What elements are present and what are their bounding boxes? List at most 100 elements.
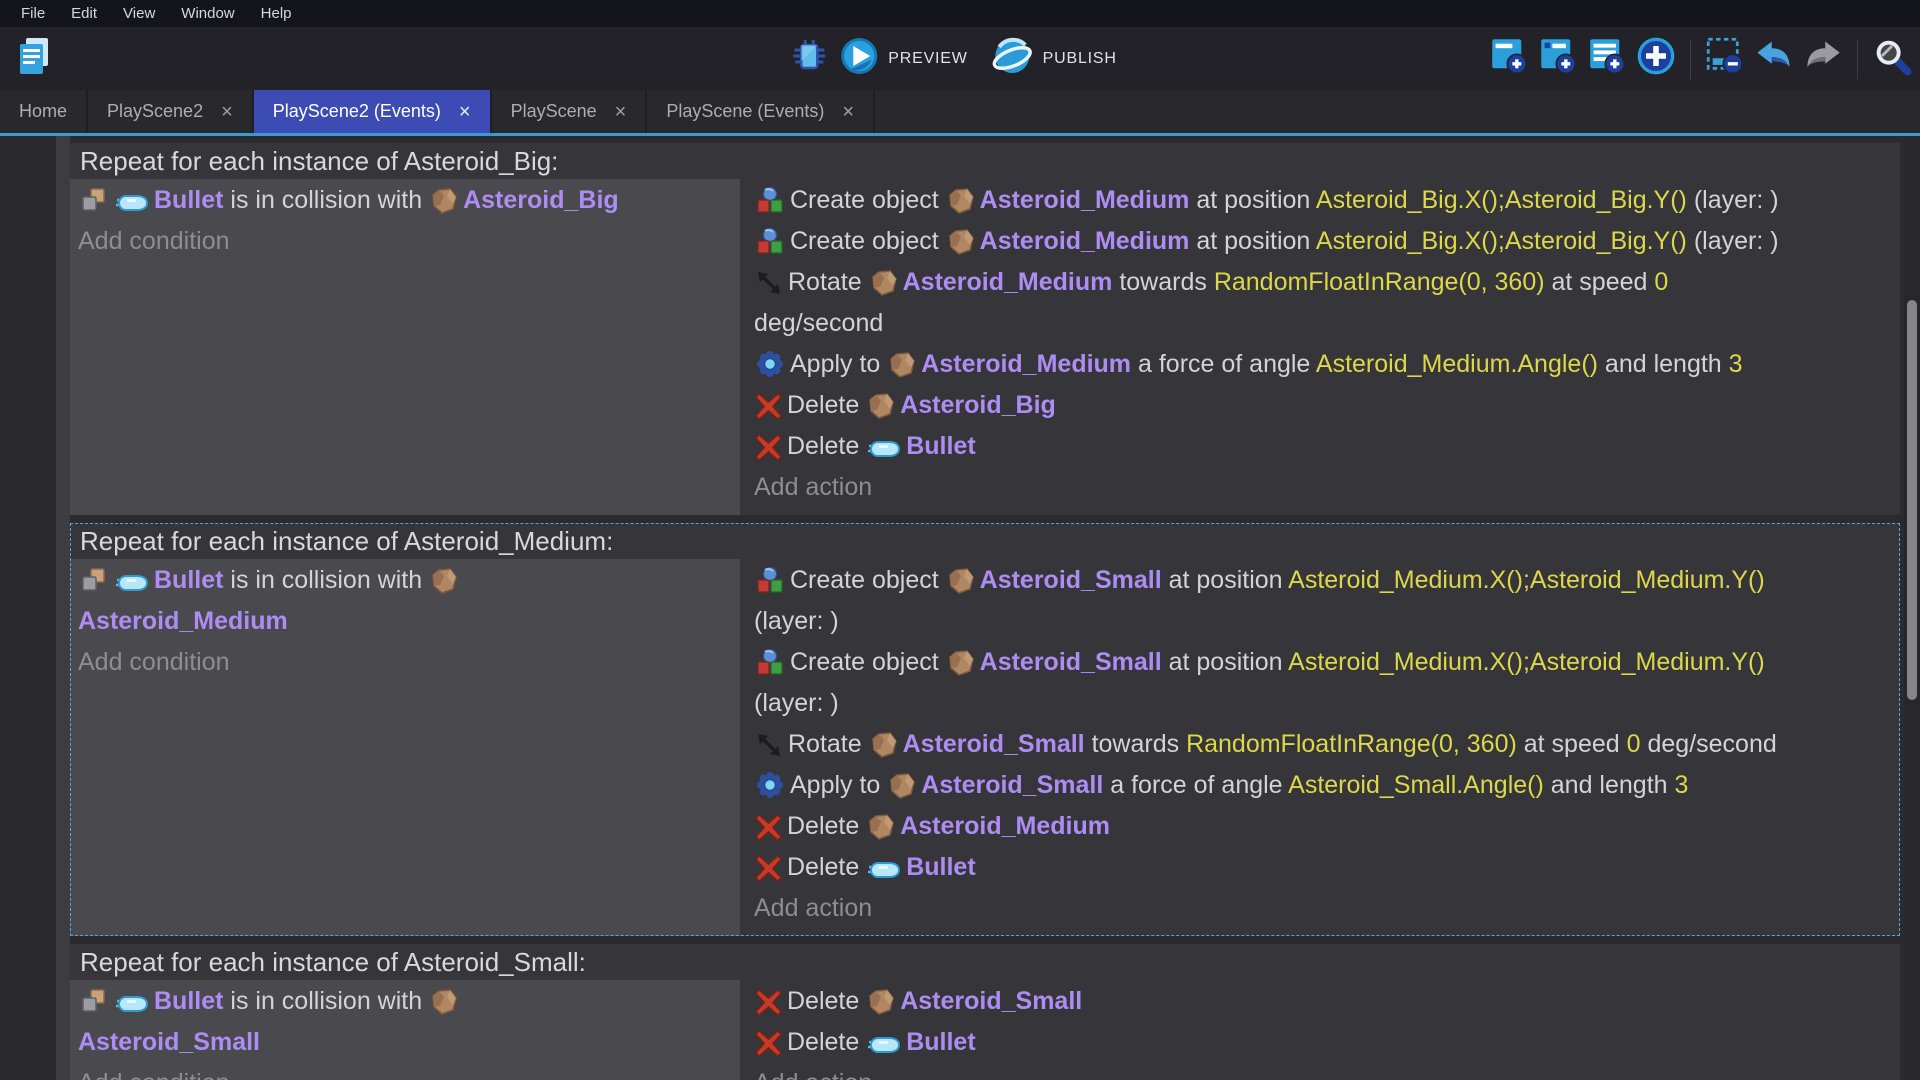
text-run: Delete	[787, 987, 866, 1015]
add-condition-button[interactable]: Add condition	[78, 1063, 732, 1080]
action-row[interactable]: Apply to Asteroid_Small a force of angle…	[754, 765, 1892, 806]
choose-add-event-button[interactable]	[1636, 39, 1676, 79]
text-run: Bullet	[906, 853, 975, 881]
text-run: deg/second	[754, 309, 883, 337]
text-run: (layer: )	[1687, 186, 1779, 214]
event-block[interactable]: Repeat for each instance of Asteroid_Med…	[70, 523, 1900, 936]
condition-row[interactable]: Bullet is in collision with Asteroid_Med…	[78, 560, 732, 642]
add-action-button[interactable]: Add action	[754, 467, 1892, 508]
search-button[interactable]	[1872, 39, 1912, 79]
text-run: at position	[1162, 648, 1288, 676]
text-run: Bullet	[154, 566, 223, 594]
event-block[interactable]: Repeat for each instance of Asteroid_Sma…	[70, 944, 1900, 1080]
preview-button[interactable]: PREVIEW	[839, 36, 981, 81]
action-row[interactable]: Delete Bullet	[754, 426, 1892, 467]
choose-add-event-icon	[1636, 36, 1676, 81]
text-run: Create object	[790, 648, 946, 676]
scrollbar-thumb[interactable]	[1907, 300, 1917, 700]
text-run: Asteroid_Medium.X();Asteroid_Medium.Y()	[1288, 566, 1765, 594]
asteroid-icon	[430, 988, 458, 1016]
actions-column: Create object Asteroid_Medium at positio…	[740, 179, 1900, 515]
redo-button[interactable]	[1803, 39, 1843, 79]
tab-close-icon[interactable]: ×	[459, 102, 471, 122]
action-row[interactable]: Create object Asteroid_Medium at positio…	[754, 180, 1892, 221]
projects-list-button[interactable]	[10, 34, 58, 82]
text-run: RandomFloatInRange(0, 360)	[1186, 730, 1517, 758]
collision-icon	[79, 567, 109, 595]
delete-icon	[755, 1030, 782, 1057]
menu-file[interactable]: File	[8, 0, 58, 27]
text-run: and length	[1544, 771, 1675, 799]
undo-button[interactable]	[1754, 39, 1794, 79]
asteroid-icon	[947, 567, 975, 595]
events-left-rail	[56, 136, 70, 1080]
tab-label: PlayScene	[511, 101, 597, 122]
action-row[interactable]: Delete Asteroid_Big	[754, 385, 1892, 426]
text-run: Asteroid_Small	[903, 730, 1085, 758]
bullet-icon	[115, 992, 149, 1016]
action-row[interactable]: Rotate Asteroid_Medium towards RandomFlo…	[754, 262, 1892, 344]
action-row[interactable]: Create object Asteroid_Small at position…	[754, 642, 1892, 724]
action-row[interactable]: Rotate Asteroid_Small towards RandomFloa…	[754, 724, 1892, 765]
add-action-button[interactable]: Add action	[754, 888, 1892, 929]
tab-close-icon[interactable]: ×	[842, 102, 854, 122]
event-header[interactable]: Repeat for each instance of Asteroid_Med…	[70, 523, 1900, 559]
text-run: towards	[1112, 268, 1213, 296]
tab-playscene2[interactable]: PlayScene2 ×	[88, 90, 254, 133]
add-comment-button[interactable]	[1587, 39, 1627, 79]
create-icon	[755, 185, 785, 215]
text-run: Asteroid_Medium	[921, 350, 1131, 378]
asteroid-icon	[430, 187, 458, 215]
gdevelop-window: { "menu": {"items": ["File", "Edit", "Vi…	[0, 0, 1920, 1080]
menu-bar: FileEditViewWindowHelp	[0, 0, 1920, 27]
text-run: Asteroid_Big	[900, 391, 1056, 419]
bullet-icon	[867, 858, 901, 882]
text-run: Asteroid_Medium	[980, 227, 1190, 255]
action-row[interactable]: Delete Bullet	[754, 1022, 1892, 1063]
bullet-icon	[115, 191, 149, 215]
action-row[interactable]: Create object Asteroid_Small at position…	[754, 560, 1892, 642]
add-condition-button[interactable]: Add condition	[78, 221, 732, 262]
delete-icon	[755, 814, 782, 841]
conditions-column: Bullet is in collision with Asteroid_Sma…	[70, 980, 740, 1080]
text-run: at position	[1189, 186, 1315, 214]
text-run: Asteroid_Big	[463, 186, 619, 214]
tab-label: PlayScene2	[107, 101, 203, 122]
asteroid-icon	[867, 392, 895, 420]
tab-home[interactable]: Home	[0, 90, 88, 133]
tab-close-icon[interactable]: ×	[615, 102, 627, 122]
add-event-button[interactable]	[1489, 39, 1529, 79]
action-row[interactable]: Apply to Asteroid_Medium a force of angl…	[754, 344, 1892, 385]
debug-button[interactable]	[789, 39, 829, 79]
condition-row[interactable]: Bullet is in collision with Asteroid_Sma…	[78, 981, 732, 1063]
publish-globe-icon	[992, 35, 1034, 82]
menu-window[interactable]: Window	[168, 0, 247, 27]
add-action-button[interactable]: Add action	[754, 1063, 1892, 1080]
add-sub-event-button[interactable]	[1538, 39, 1578, 79]
action-row[interactable]: Create object Asteroid_Medium at positio…	[754, 221, 1892, 262]
action-row[interactable]: Delete Bullet	[754, 847, 1892, 888]
condition-row[interactable]: Bullet is in collision with Asteroid_Big	[78, 180, 732, 221]
tab-playscene[interactable]: PlayScene ×	[492, 90, 648, 133]
action-row[interactable]: Delete Asteroid_Small	[754, 981, 1892, 1022]
menu-help[interactable]: Help	[248, 0, 305, 27]
collision-icon	[79, 988, 109, 1016]
remove-event-button[interactable]	[1705, 39, 1745, 79]
menu-edit[interactable]: Edit	[58, 0, 110, 27]
tab-playscene-events[interactable]: PlayScene (Events)×	[647, 90, 875, 133]
tab-close-icon[interactable]: ×	[221, 102, 233, 122]
menu-view[interactable]: View	[110, 0, 168, 27]
event-header[interactable]: Repeat for each instance of Asteroid_Big…	[70, 143, 1900, 179]
add-condition-button[interactable]: Add condition	[78, 642, 732, 683]
delete-icon	[755, 393, 782, 420]
action-row[interactable]: Delete Asteroid_Medium	[754, 806, 1892, 847]
publish-button[interactable]: PUBLISH	[992, 35, 1131, 82]
remove-event-icon	[1706, 37, 1744, 80]
event-header[interactable]: Repeat for each instance of Asteroid_Sma…	[70, 944, 1900, 980]
text-run: Bullet	[154, 987, 223, 1015]
text-run: Asteroid_Medium	[78, 607, 288, 635]
event-block[interactable]: Repeat for each instance of Asteroid_Big…	[70, 143, 1900, 515]
asteroid-icon	[430, 567, 458, 595]
tab-playscene2-events[interactable]: PlayScene2 (Events)×	[254, 90, 492, 133]
text-run: 3	[1675, 771, 1689, 799]
